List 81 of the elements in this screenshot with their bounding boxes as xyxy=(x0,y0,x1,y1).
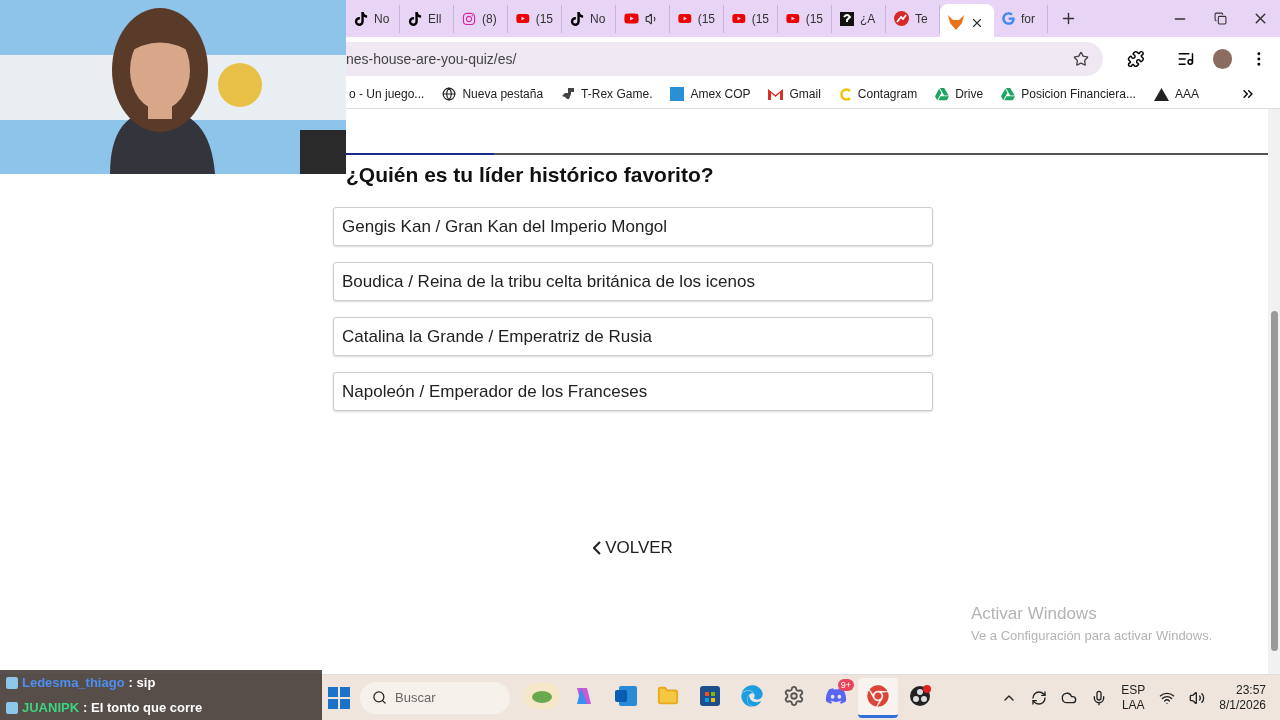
browser-tab[interactable]: for xyxy=(994,4,1048,33)
chart-icon xyxy=(894,11,909,26)
instagram-icon xyxy=(462,11,476,26)
tiktok-icon xyxy=(354,11,368,26)
answer-option[interactable]: Catalina la Grande / Emperatriz de Rusia xyxy=(333,317,933,356)
layout-label[interactable]: LAA xyxy=(1121,697,1145,713)
youtube-icon xyxy=(624,11,639,26)
mail-icon xyxy=(615,686,637,706)
chat-badge-icon xyxy=(6,701,18,714)
square-icon xyxy=(670,87,685,101)
google-icon xyxy=(1002,12,1015,25)
triangle-icon xyxy=(1153,87,1169,101)
volume-icon[interactable] xyxy=(1189,689,1206,706)
youtube-icon xyxy=(516,11,530,26)
bookmark[interactable]: Posicion Financiera... xyxy=(999,85,1138,103)
chevron-left-icon xyxy=(593,541,602,555)
chat-username: Ledesma_thiago xyxy=(22,675,125,690)
sync-icon[interactable] xyxy=(1031,689,1048,706)
leaf-icon xyxy=(524,683,560,709)
search-icon xyxy=(372,690,387,705)
bookmark[interactable]: Amex COP xyxy=(668,85,753,103)
browser-tab[interactable]: Te xyxy=(886,4,940,33)
folder-icon xyxy=(657,685,679,707)
clock-date[interactable]: 8/1/2026 xyxy=(1219,697,1266,713)
drive-icon xyxy=(1001,87,1016,101)
mail-icon xyxy=(768,88,784,100)
address-bar[interactable]: nes-house-are-you-quiz/es/ xyxy=(346,41,1104,76)
scroll-thumb[interactable] xyxy=(1270,311,1278,651)
bookmark[interactable]: Contagram xyxy=(836,85,920,103)
browser-tab[interactable]: (15 xyxy=(778,4,832,33)
bookmark[interactable]: Drive xyxy=(933,85,986,103)
bookmark[interactable]: T-Rex Game. xyxy=(559,85,655,103)
youtube-icon xyxy=(786,11,800,26)
dinosaur-icon xyxy=(561,87,576,101)
browser-tab[interactable]: ¿A xyxy=(832,4,886,33)
chrome-icon xyxy=(867,685,889,707)
star-icon[interactable] xyxy=(1073,50,1090,67)
globe-icon xyxy=(442,87,457,101)
bookmark[interactable]: Nueva pestaña xyxy=(440,85,546,103)
youtube-icon xyxy=(678,11,692,26)
browser-tab[interactable]: (15 xyxy=(508,4,562,33)
store-icon xyxy=(700,686,720,706)
activation-text: Ve a Configuración para activar Windows. xyxy=(971,628,1213,643)
question-title: ¿Quién es tu líder histórico favorito? xyxy=(346,163,715,187)
chat-message: : El tonto que corre xyxy=(83,700,203,715)
c-icon xyxy=(838,87,852,101)
clock-time[interactable]: 23:57 xyxy=(1235,682,1266,698)
browser-tab[interactable]: Ell xyxy=(400,4,454,33)
obs-icon xyxy=(909,685,931,707)
answer-option[interactable]: Boudica / Reina de la tribu celta británica de los icenos xyxy=(333,262,933,301)
youtube-icon xyxy=(732,11,746,26)
back-button[interactable]: VOLVER xyxy=(587,537,679,559)
browser-tab[interactable]: (15 xyxy=(670,4,724,33)
drive-icon xyxy=(935,87,950,101)
chat-badge-icon xyxy=(6,676,18,689)
bookmark[interactable]: o - Un juego... xyxy=(347,85,427,103)
search-field[interactable]: Buscar xyxy=(360,681,510,714)
question-icon xyxy=(840,11,854,26)
browser-tab[interactable]: (15 xyxy=(724,4,778,33)
taskbar-app[interactable]: 9+ xyxy=(816,677,856,718)
language-label[interactable]: ESP xyxy=(1121,682,1146,698)
bookmark[interactable]: Gmail xyxy=(766,85,823,103)
chat-message: : sip xyxy=(128,675,156,690)
settings-icon xyxy=(783,685,805,707)
answer-option[interactable]: Gengis Kan / Gran Kan del Imperio Mongol xyxy=(333,207,933,246)
browser-tab[interactable]: No xyxy=(562,4,616,33)
chat-username: JUANIPK xyxy=(22,700,80,715)
edge-icon xyxy=(741,685,763,707)
profile-avatar[interactable] xyxy=(1212,48,1233,69)
restore-icon[interactable] xyxy=(1213,12,1227,25)
answer-option[interactable]: Napoleón / Emperador de los Franceses xyxy=(333,372,933,411)
extensions-icon[interactable] xyxy=(1127,49,1145,68)
browser-tab[interactable]: (8) xyxy=(454,4,508,33)
fox-icon xyxy=(948,15,964,30)
windows-icon[interactable] xyxy=(328,686,350,709)
notification-badge: 9+ xyxy=(837,678,854,691)
tiktok-icon xyxy=(570,11,584,26)
activation-title: Activar Windows xyxy=(971,604,1098,624)
scrollbar[interactable] xyxy=(1268,109,1280,674)
bookmark[interactable]: AAA xyxy=(1151,85,1201,103)
tiktok-icon xyxy=(408,11,422,26)
